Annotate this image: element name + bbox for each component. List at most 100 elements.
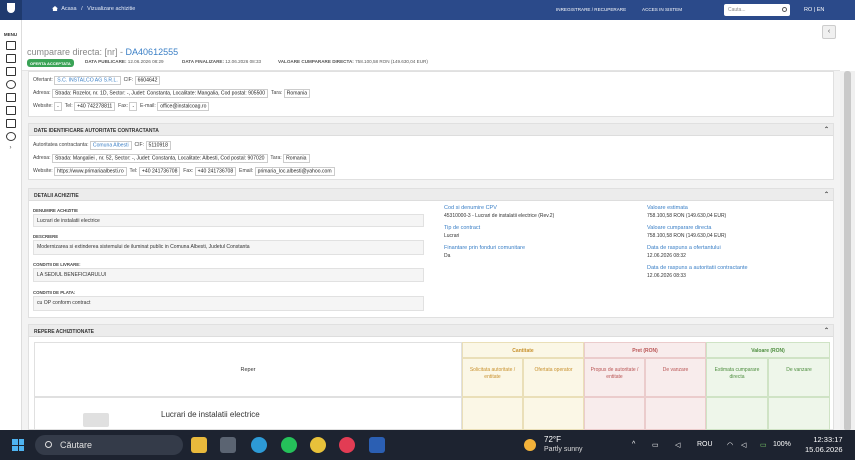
sound-tray-icon[interactable]: ◁ [675,441,680,449]
scrollbar[interactable] [840,71,855,431]
breadcrumb-home[interactable]: Acasa [61,6,76,12]
chevron-up-icon[interactable]: ⌃ [824,327,829,334]
box-icon[interactable] [5,67,16,76]
register-link[interactable]: INREGISTRARE / RECUPERARE [556,7,626,12]
calendar-icon[interactable] [5,93,16,102]
payment-conditions-label: CONDITII DE PLATA: [33,290,76,295]
authority-contact-row: Website: https://www.primariaalbesti.ro … [33,166,335,176]
language-switch: RO | EN [804,7,824,13]
help-icon[interactable] [5,80,16,89]
group-value: Valoare (RON) [706,342,830,358]
left-sidebar: MENU › [0,0,22,430]
offerer-website-label: Website: [33,103,53,109]
offerer-address-label: Adresa: [33,90,51,96]
offerer-email-label: E-mail: [139,103,156,109]
delivery-conditions-field: LA SEDIUL BENEFICIARULUI [33,268,424,282]
app-logo[interactable] [0,0,22,20]
chevron-up-icon[interactable]: ⌃ [824,126,829,133]
clock-date: 15.06.2026 [805,445,843,454]
scrollbar-thumb[interactable] [844,71,851,431]
chrome-icon[interactable] [310,437,326,453]
top-navbar: Acasa / Vizualizare achizitie INREGISTRA… [22,0,855,20]
report-icon[interactable] [5,106,16,115]
authority-section-header[interactable]: DATE IDENTIFICARE AUTORITATE CONTRACTANT… [29,124,833,136]
volume-icon[interactable]: ◁ [741,441,746,449]
offerer-row: Ofertant: S.C. INSTALCO AG S.R.L. CIF: 6… [33,75,161,85]
authority-website[interactable]: https://www.primariaalbesti.ro [54,166,127,176]
file-explorer-icon[interactable] [191,437,207,453]
items-section-header[interactable]: REPERE ACHIZITIONATE ⌃ [29,325,833,337]
media-player-icon[interactable] [339,437,355,453]
offerer-name-link[interactable]: S.C. INSTALCO AG S.R.L. [54,75,121,85]
monitor-icon[interactable] [5,119,16,128]
system-clock[interactable]: 12:33:17 15.06.2026 [805,435,843,455]
procurement-name-label: DENUMIRE ACHIZITIE [33,208,78,213]
battery-icon[interactable]: ▭ [760,441,767,449]
weather-description: Partly sunny [544,446,583,453]
direct-value-label: Valoare cumparare directa [647,225,712,231]
publish-date: DATA PUBLICARE: 12.06.2026 08:29 [85,59,164,64]
col-sale-price: De vanzare [645,358,706,397]
col-proposed-price: Propus de autoritate / entitate [584,358,645,397]
eu-funds-value: Da [444,253,451,259]
chevron-up-icon[interactable]: ^ [632,441,635,448]
cell-sale-value [768,397,830,430]
authority-fax-label: Fax: [183,168,194,174]
item-name[interactable]: Lucrari de instalatii electrice [161,410,260,419]
final-value: 12.06.2026 08:33 [225,59,262,64]
estimated-value-label: Valoare estimata [647,205,688,211]
store-icon[interactable] [220,437,236,453]
chat-icon[interactable] [5,132,16,141]
chevron-up-icon[interactable]: ⌃ [824,191,829,198]
authority-address-row: Adresa: Strada: Mangaliei , nr. 52, Sect… [33,153,310,163]
authority-row: Autoritatea contractanta: Comuna Albesti… [33,140,171,150]
search-icon[interactable] [782,7,787,12]
cell-offered-qty [523,397,584,430]
login-link[interactable]: ACCES IN SISTEM [642,7,682,12]
taskbar-search[interactable]: Căutare [35,435,183,455]
edge-browser-icon[interactable] [251,437,267,453]
wifi-icon[interactable]: ◠ [727,441,733,449]
publish-value: 12.06.2026 08:29 [127,59,164,64]
offerer-address: Strada: Rozelor, nr. 1D, Sector: -, Jude… [51,88,269,98]
document-icon[interactable] [5,41,16,50]
offerer-tel-label: Tel: [64,103,73,109]
offerer-country: Romania [283,88,311,98]
list-icon[interactable] [5,54,16,63]
details-section-header[interactable]: DETALII ACHIZITIE ⌃ [29,189,833,201]
battery-percent: 100% [773,441,791,448]
windows-start-icon[interactable] [12,439,24,451]
lang-en[interactable]: EN [817,7,825,13]
weather-temperature: 72°F [544,435,561,444]
value-value: 758.100,58 RON (149.630,04 EUR) [355,59,428,64]
whatsapp-icon[interactable] [281,437,297,453]
cell-sale-price [645,397,706,430]
search-icon [45,441,52,448]
search-input[interactable]: Cauta... [724,4,790,16]
offerer-cif: 6604642 [134,75,161,85]
procurement-name-field: Lucrari de instalatii electrice [33,214,424,227]
network-tray-icon[interactable]: ▭ [652,441,659,449]
word-icon[interactable] [369,437,385,453]
cell-requested-qty [462,397,523,430]
authority-fax: +40 241736708 [194,166,237,176]
expand-chevron-icon[interactable]: › [0,145,21,151]
authority-name-link[interactable]: Comuna Albesti [89,140,132,150]
authority-cif-label: CIF: [134,142,145,148]
details-section-title: DETALII ACHIZITIE [34,192,79,199]
search-placeholder: Cauta... [728,7,746,13]
menu-label[interactable]: MENU [0,32,21,37]
authority-address-label: Adresa: [33,155,51,161]
keyboard-language[interactable]: ROU [697,441,713,448]
authority-email-label: Email: [239,168,254,174]
lang-ro[interactable]: RO [804,7,812,13]
item-image [83,413,109,427]
authority-tel-label: Tel: [129,168,138,174]
collapse-button[interactable]: ‹ [822,25,836,39]
authority-response-date: 12.06.2026 08:33 [647,273,686,279]
sun-icon [524,439,536,451]
lang-separator: | [813,7,816,13]
col-sale-value: De vanzare [768,358,830,397]
payment-conditions-field: cu OP conform contract [33,296,424,311]
col-estimated-value: Estimata cumparare directa [706,358,768,397]
